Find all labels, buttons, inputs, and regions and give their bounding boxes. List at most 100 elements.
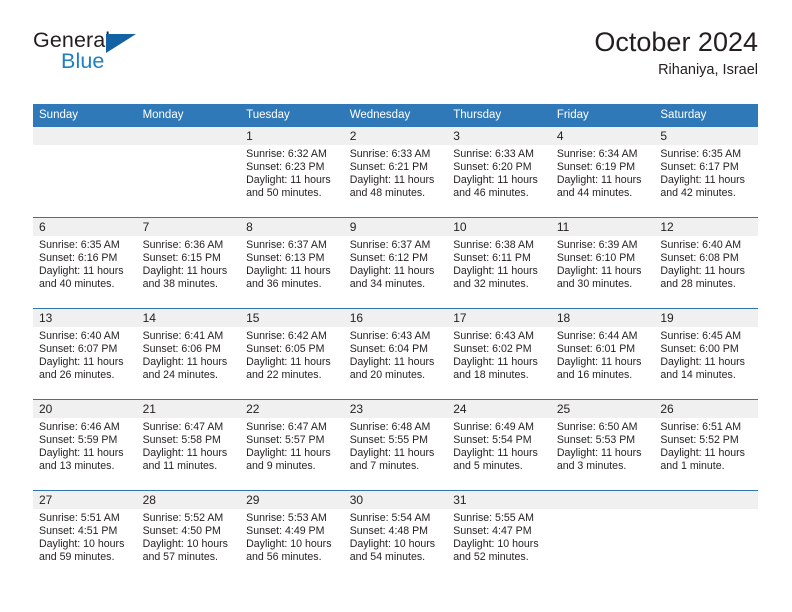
day-number: 15 [240,309,344,327]
daylight-text: Daylight: 11 hours and 13 minutes. [39,447,124,473]
calendar-header-row: Sunday Monday Tuesday Wednesday Thursday… [33,104,758,127]
sunrise-text: Sunrise: 5:51 AM [39,512,120,524]
calendar-week-row: 13 Sunrise: 6:40 AM Sunset: 6:07 PM Dayligh… [33,308,758,400]
calendar-day-cell[interactable]: 10 Sunrise: 6:38 AM Sunset: 6:11 PM Dayligh… [447,217,551,309]
title-block: October 2024 Rihaniya, Israel [594,28,758,79]
day-details: Sunrise: 6:39 AM Sunset: 6:10 PM Daylight:… [551,236,655,291]
day-details: Sunrise: 6:33 AM Sunset: 6:21 PM Daylight:… [344,145,448,200]
sunset-text: Sunset: 5:53 PM [556,434,636,447]
calendar-day-cell[interactable]: 3 Sunrise: 6:33 AM Sunset: 6:20 PM Daylight… [447,127,551,218]
sunset-text: Sunset: 6:21 PM [349,161,429,174]
sunrise-text: Sunrise: 6:32 AM [246,148,327,160]
day-cell-inner: 15 Sunrise: 6:42 AM Sunset: 6:05 PM Dayligh… [240,309,344,399]
calendar-day-cell[interactable]: 5 Sunrise: 6:35 AM Sunset: 6:17 PM Daylight… [654,127,758,218]
sunset-text: Sunset: 6:16 PM [39,252,118,265]
sunrise-text: Sunrise: 6:40 AM [660,239,742,251]
day-details: Sunrise: 6:45 AM Sunset: 6:00 PM Daylight:… [654,327,758,382]
calendar-day-cell[interactable]: 19 Sunrise: 6:45 AM Sunset: 6:00 PM Dayligh… [654,308,758,400]
day-cell-inner: 22 Sunrise: 6:47 AM Sunset: 5:57 PM Dayligh… [240,400,344,490]
daylight-text: Daylight: 11 hours and 28 minutes. [660,265,745,291]
daylight-text: Daylight: 11 hours and 50 minutes. [246,174,331,200]
calendar-day-cell[interactable]: 26 Sunrise: 6:51 AM Sunset: 5:52 PM Dayligh… [654,399,758,491]
calendar-day-cell[interactable]: 2 Sunrise: 6:33 AM Sunset: 6:21 PM Daylight… [343,127,448,218]
calendar-page: General Blue October 2024 Rihaniya, Isra… [0,0,792,612]
calendar-day-cell[interactable]: 17 Sunrise: 6:43 AM Sunset: 6:02 PM Dayligh… [447,308,551,400]
day-details: Sunrise: 6:51 AM Sunset: 5:52 PM Daylight:… [654,418,758,473]
sunrise-text: Sunrise: 6:47 AM [142,421,224,433]
sunrise-text: Sunrise: 6:44 AM [556,330,638,342]
calendar-day-cell[interactable]: 31 Sunrise: 5:55 AM Sunset: 4:47 PM Dayligh… [447,490,551,581]
sunrise-text: Sunrise: 6:34 AM [556,148,638,160]
calendar-day-cell[interactable]: 25 Sunrise: 6:50 AM Sunset: 5:53 PM Dayligh… [550,399,655,491]
sunset-text: Sunset: 6:02 PM [453,343,532,356]
calendar-day-cell[interactable]: 13 Sunrise: 6:40 AM Sunset: 6:07 PM Dayligh… [33,308,137,400]
calendar-day-cell[interactable]: 1 Sunrise: 6:32 AM Sunset: 6:23 PM Daylight… [240,127,344,218]
calendar-day-cell[interactable]: 30 Sunrise: 5:54 AM Sunset: 4:48 PM Dayligh… [343,490,448,581]
calendar-day-cell[interactable]: 14 Sunrise: 6:41 AM Sunset: 6:06 PM Dayligh… [136,308,241,400]
sunrise-text: Sunrise: 6:33 AM [453,148,534,160]
calendar-day-cell[interactable]: 6 Sunrise: 6:35 AM Sunset: 6:16 PM Daylight… [33,217,137,309]
day-cell-inner: 23 Sunrise: 6:48 AM Sunset: 5:55 PM Dayligh… [343,400,448,490]
sunset-text: Sunset: 4:47 PM [453,525,532,538]
sunrise-text: Sunrise: 6:46 AM [39,421,120,433]
day-cell-inner: 16 Sunrise: 6:43 AM Sunset: 6:04 PM Dayligh… [343,309,448,399]
calendar-day-cell[interactable]: 29 Sunrise: 5:53 AM Sunset: 4:49 PM Dayligh… [240,490,344,581]
day-number: 28 [136,491,241,509]
day-cell-inner: 17 Sunrise: 6:43 AM Sunset: 6:02 PM Dayligh… [447,309,551,399]
calendar-day-cell[interactable]: 22 Sunrise: 6:47 AM Sunset: 5:57 PM Dayligh… [240,399,344,491]
day-cell-inner: 1 Sunrise: 6:32 AM Sunset: 6:23 PM Daylight… [240,127,344,217]
sunrise-text: Sunrise: 6:50 AM [556,421,638,433]
day-cell-inner: 14 Sunrise: 6:41 AM Sunset: 6:06 PM Dayligh… [136,309,241,399]
day-number: 11 [550,218,655,236]
daylight-text: Daylight: 11 hours and 5 minutes. [453,447,538,473]
calendar-day-cell[interactable]: 16 Sunrise: 6:43 AM Sunset: 6:04 PM Dayligh… [343,308,448,400]
calendar-day-cell[interactable]: 9 Sunrise: 6:37 AM Sunset: 6:12 PM Daylight… [343,217,448,309]
sunset-text: Sunset: 6:05 PM [246,343,325,356]
day-details: Sunrise: 6:33 AM Sunset: 6:20 PM Daylight:… [447,145,551,200]
day-details: Sunrise: 6:47 AM Sunset: 5:58 PM Daylight:… [137,418,241,473]
calendar-day-cell[interactable]: 11 Sunrise: 6:39 AM Sunset: 6:10 PM Dayligh… [550,217,655,309]
weekday-header-thursday: Thursday [447,104,551,127]
day-cell-inner: 4 Sunrise: 6:34 AM Sunset: 6:19 PM Daylight… [550,127,655,217]
day-number: 7 [136,218,241,236]
calendar-day-cell[interactable]: 23 Sunrise: 6:48 AM Sunset: 5:55 PM Dayligh… [343,399,448,491]
calendar-day-cell[interactable]: 8 Sunrise: 6:37 AM Sunset: 6:13 PM Daylight… [240,217,344,309]
sunrise-text: Sunrise: 5:55 AM [453,512,534,524]
calendar-day-cell[interactable]: 20 Sunrise: 6:46 AM Sunset: 5:59 PM Dayligh… [33,399,137,491]
day-number: 13 [33,309,137,327]
calendar-week-row: 1 Sunrise: 6:32 AM Sunset: 6:23 PM Daylight… [33,127,758,218]
day-cell-inner: 6 Sunrise: 6:35 AM Sunset: 6:16 PM Daylight… [33,218,137,308]
day-cell-inner: 25 Sunrise: 6:50 AM Sunset: 5:53 PM Dayligh… [550,400,655,490]
day-details: Sunrise: 6:34 AM Sunset: 6:19 PM Daylight:… [551,145,655,200]
day-cell-inner: 3 Sunrise: 6:33 AM Sunset: 6:20 PM Daylight… [447,127,551,217]
day-details: Sunrise: 6:44 AM Sunset: 6:01 PM Daylight:… [551,327,655,382]
sunrise-text: Sunrise: 5:52 AM [142,512,224,524]
weekday-header-wednesday: Wednesday [343,104,448,127]
calendar-day-cell[interactable]: 4 Sunrise: 6:34 AM Sunset: 6:19 PM Daylight… [550,127,655,218]
calendar-day-cell[interactable]: 12 Sunrise: 6:40 AM Sunset: 6:08 PM Dayligh… [654,217,758,309]
sunrise-text: Sunrise: 6:35 AM [660,148,742,160]
calendar-day-cell[interactable]: 27 Sunrise: 5:51 AM Sunset: 4:51 PM Dayligh… [33,490,137,581]
day-cell-inner: 10 Sunrise: 6:38 AM Sunset: 6:11 PM Dayligh… [447,218,551,308]
brand-name-blue: Blue [61,49,105,73]
day-details: Sunrise: 6:47 AM Sunset: 5:57 PM Daylight:… [240,418,344,473]
calendar-day-cell[interactable]: 24 Sunrise: 6:49 AM Sunset: 5:54 PM Dayligh… [447,399,551,491]
calendar-day-cell[interactable]: 28 Sunrise: 5:52 AM Sunset: 4:50 PM Dayligh… [136,490,241,581]
day-cell-inner: 11 Sunrise: 6:39 AM Sunset: 6:10 PM Dayligh… [550,218,655,308]
day-cell-inner: 26 Sunrise: 6:51 AM Sunset: 5:52 PM Dayligh… [654,400,758,490]
day-cell-inner: 21 Sunrise: 6:47 AM Sunset: 5:58 PM Dayligh… [136,400,241,490]
calendar-day-cell[interactable]: 7 Sunrise: 6:36 AM Sunset: 6:15 PM Daylight… [136,217,241,309]
sunset-text: Sunset: 6:20 PM [453,161,532,174]
calendar-day-cell [550,490,655,581]
day-number: 22 [240,400,344,418]
day-details: Sunrise: 6:49 AM Sunset: 5:54 PM Daylight:… [447,418,551,473]
day-cell-inner: 19 Sunrise: 6:45 AM Sunset: 6:00 PM Dayligh… [654,309,758,399]
calendar-day-cell[interactable]: 18 Sunrise: 6:44 AM Sunset: 6:01 PM Dayligh… [550,308,655,400]
day-details: Sunrise: 6:37 AM Sunset: 6:12 PM Daylight:… [344,236,448,291]
sunrise-text: Sunrise: 6:43 AM [453,330,534,342]
day-number: 9 [343,218,448,236]
calendar-day-cell[interactable]: 15 Sunrise: 6:42 AM Sunset: 6:05 PM Dayligh… [240,308,344,400]
daylight-text: Daylight: 11 hours and 3 minutes. [556,447,642,473]
day-cell-inner: 9 Sunrise: 6:37 AM Sunset: 6:12 PM Daylight… [343,218,448,308]
calendar-day-cell[interactable]: 21 Sunrise: 6:47 AM Sunset: 5:58 PM Dayligh… [136,399,241,491]
